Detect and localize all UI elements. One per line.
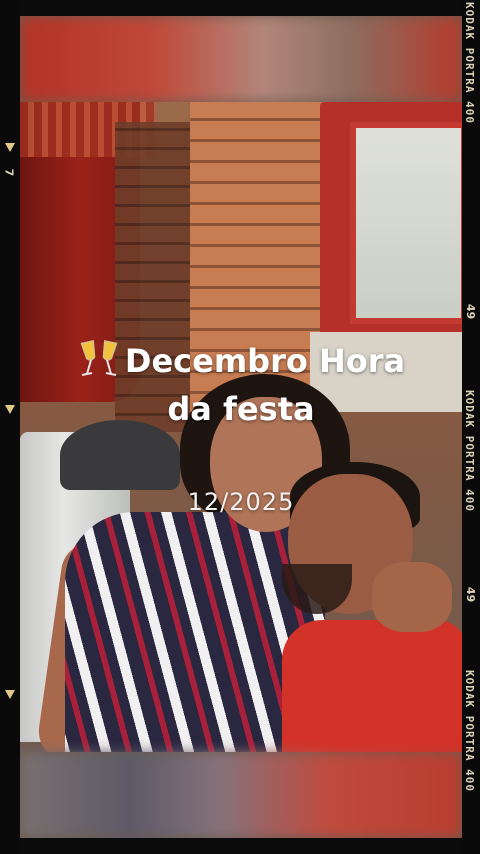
film-frame-number: 49	[464, 303, 478, 320]
champagne-glasses-icon	[80, 340, 118, 376]
film-strip-left: 7	[0, 0, 20, 854]
title-line-1: Decembro Hora	[124, 342, 406, 380]
cabinet-glass-door	[350, 122, 462, 324]
man-red-shirt	[282, 620, 462, 752]
film-marker-icon	[5, 690, 15, 699]
overlay-title: Decembro Hora da festa	[20, 336, 462, 433]
overlay-date: 12/2025	[187, 488, 295, 516]
film-frame-number: 49	[464, 586, 478, 603]
title-line-2: da festa	[167, 390, 315, 428]
film-brand-label: KODAK PORTRA 400	[463, 2, 476, 124]
film-marker-icon	[5, 405, 15, 414]
blurred-top-band	[20, 16, 462, 102]
blurred-bottom-band	[20, 752, 462, 838]
film-marker-icon	[5, 143, 15, 152]
film-strip-right: KODAK PORTRA 400 49 KODAK PORTRA 400 49 …	[460, 0, 480, 854]
film-brand-label: KODAK PORTRA 400	[463, 390, 476, 512]
film-left-marker: 7	[2, 168, 16, 177]
film-brand-label: KODAK PORTRA 400	[463, 670, 476, 792]
man-hand	[372, 562, 452, 632]
photo-frame: Decembro Hora da festa 12/2025	[20, 16, 462, 838]
